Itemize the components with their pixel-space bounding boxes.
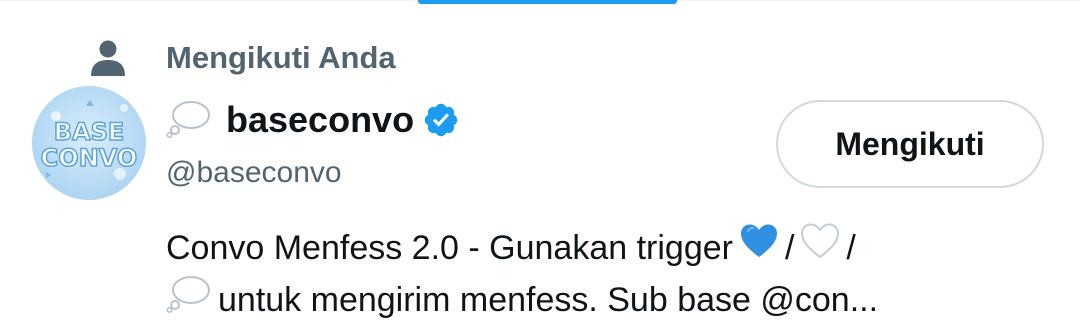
name-row[interactable]: baseconvo <box>166 94 460 146</box>
verified-badge-icon <box>422 101 460 139</box>
display-name[interactable]: baseconvo <box>226 99 414 141</box>
social-context: Mengikuti Anda <box>86 36 396 80</box>
bio-separator-1: / <box>784 229 795 267</box>
svg-text:CONVO: CONVO <box>41 144 138 172</box>
svg-text:BASE: BASE <box>54 118 125 146</box>
thought-bubble-icon <box>166 98 212 143</box>
follows-you-label: Mengikuti Anda <box>166 40 396 75</box>
bio-line-2: untuk mengirim menfess. Sub base @con... <box>166 274 1046 326</box>
user-handle[interactable]: @baseconvo <box>166 156 342 190</box>
white-heart-icon <box>800 222 840 274</box>
user-bio: Convo Menfess 2.0 - Gunakan trigger / / <box>166 222 1046 326</box>
bio-text-1: Convo Menfess 2.0 - Gunakan trigger <box>166 229 733 267</box>
thought-bubble-icon <box>166 273 212 328</box>
active-tab-indicator <box>418 0 677 4</box>
bio-separator-2: / <box>846 229 856 267</box>
blue-heart-icon <box>739 222 779 274</box>
person-icon <box>86 36 130 80</box>
bio-text-2: untuk mengirim menfess. Sub base @con... <box>218 281 879 319</box>
bio-line-1: Convo Menfess 2.0 - Gunakan trigger / / <box>166 222 1046 274</box>
avatar[interactable]: BASE CONVO <box>32 86 146 200</box>
following-button[interactable]: Mengikuti <box>776 100 1044 188</box>
follower-card[interactable]: Mengikuti Anda BASE CONVO baseconvo @bas… <box>0 0 1080 335</box>
